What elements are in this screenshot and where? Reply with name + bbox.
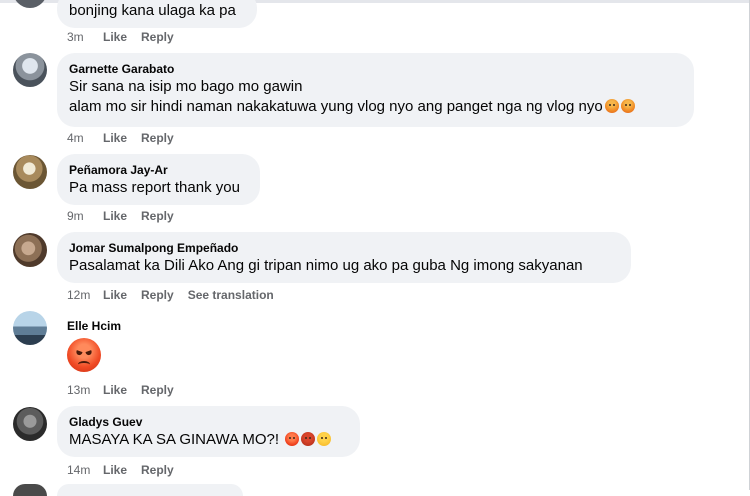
comment-text: MASAYA KA SA GINAWA MO?! <box>69 431 280 448</box>
angry-face-emoji-icon <box>285 432 300 446</box>
comment-author[interactable]: Peñamora Jay-Ar <box>69 162 248 178</box>
reply-button[interactable]: Reply <box>141 130 174 146</box>
avatar[interactable] <box>13 233 47 267</box>
comment-text: Pasalamat ka Dili Ako Ang gi tripan nimo… <box>69 257 583 274</box>
comment-text: alam mo sir hindi naman nakakatuwa yung … <box>69 98 603 115</box>
comment-timestamp[interactable]: 9m <box>67 208 103 224</box>
like-button[interactable]: Like <box>103 382 127 398</box>
avatar[interactable] <box>13 311 47 345</box>
comment-actions: 4m Like Reply <box>67 130 188 146</box>
see-translation-link[interactable]: See translation <box>188 287 274 303</box>
steam-face-emoji-icon <box>317 432 332 446</box>
avatar[interactable] <box>13 407 47 441</box>
comment-text-line2: alam mo sir hindi naman nakakatuwa yung … <box>69 97 682 117</box>
comment-bubble: Garnette Garabato Sir sana na isip mo ba… <box>57 53 694 127</box>
angry-face-emoji-icon <box>604 99 619 113</box>
comment-timestamp[interactable]: 13m <box>67 382 103 398</box>
comment-author[interactable]: Gladys Guev <box>69 414 348 430</box>
comment-timestamp[interactable]: 14m <box>67 462 103 478</box>
comment-actions: 9m Like Reply <box>67 208 188 224</box>
comment-actions: 14m Like Reply <box>67 462 188 478</box>
comment-text: Sir sana na isip mo bago mo gawin <box>69 78 303 95</box>
like-button[interactable]: Like <box>103 462 127 478</box>
comment-author[interactable]: Jomar Sumalpong Empeñado <box>69 240 619 256</box>
comment-timestamp[interactable]: 4m <box>67 130 103 146</box>
comment-actions: 13m Like Reply <box>67 382 188 398</box>
like-button[interactable]: Like <box>103 208 127 224</box>
comment-timestamp[interactable]: 3m <box>67 29 103 45</box>
reply-button[interactable]: Reply <box>141 29 174 45</box>
avatar[interactable] <box>13 484 47 496</box>
avatar[interactable] <box>13 155 47 189</box>
comment-bubble: Gladys Guev MASAYA KA SA GINAWA MO?! <box>57 406 360 457</box>
angry-face-emoji-icon <box>67 338 101 372</box>
like-button[interactable]: Like <box>103 29 127 45</box>
comment-text-line: MASAYA KA SA GINAWA MO?! <box>69 430 348 450</box>
comment-timestamp[interactable]: 12m <box>67 287 103 303</box>
like-button[interactable]: Like <box>103 287 127 303</box>
cursing-face-emoji-icon <box>301 432 316 446</box>
avatar[interactable] <box>13 0 47 8</box>
comment-text: Pa mass report thank you <box>69 179 240 196</box>
avatar[interactable] <box>13 53 47 87</box>
reply-button[interactable]: Reply <box>141 208 174 224</box>
comment-actions: 3m Like Reply <box>67 29 188 45</box>
comment-bubble: Peñamora Jay-Ar Pa mass report thank you <box>57 154 260 205</box>
comment-bubble <box>57 484 243 496</box>
comment-text: bonjing kana ulaga ka pa <box>69 2 236 19</box>
like-button[interactable]: Like <box>103 130 127 146</box>
comment-author[interactable]: Elle Hcim <box>67 318 121 334</box>
reply-button[interactable]: Reply <box>141 287 174 303</box>
comment-bubble: bonjing kana ulaga ka pa <box>57 0 257 28</box>
reply-button[interactable]: Reply <box>141 382 174 398</box>
angry-face-emoji-icon <box>620 99 635 113</box>
comment-author[interactable]: Garnette Garabato <box>69 61 682 77</box>
reply-button[interactable]: Reply <box>141 462 174 478</box>
comment-bubble: Jomar Sumalpong Empeñado Pasalamat ka Di… <box>57 232 631 283</box>
comment-actions: 12m Like Reply See translation <box>67 287 274 303</box>
